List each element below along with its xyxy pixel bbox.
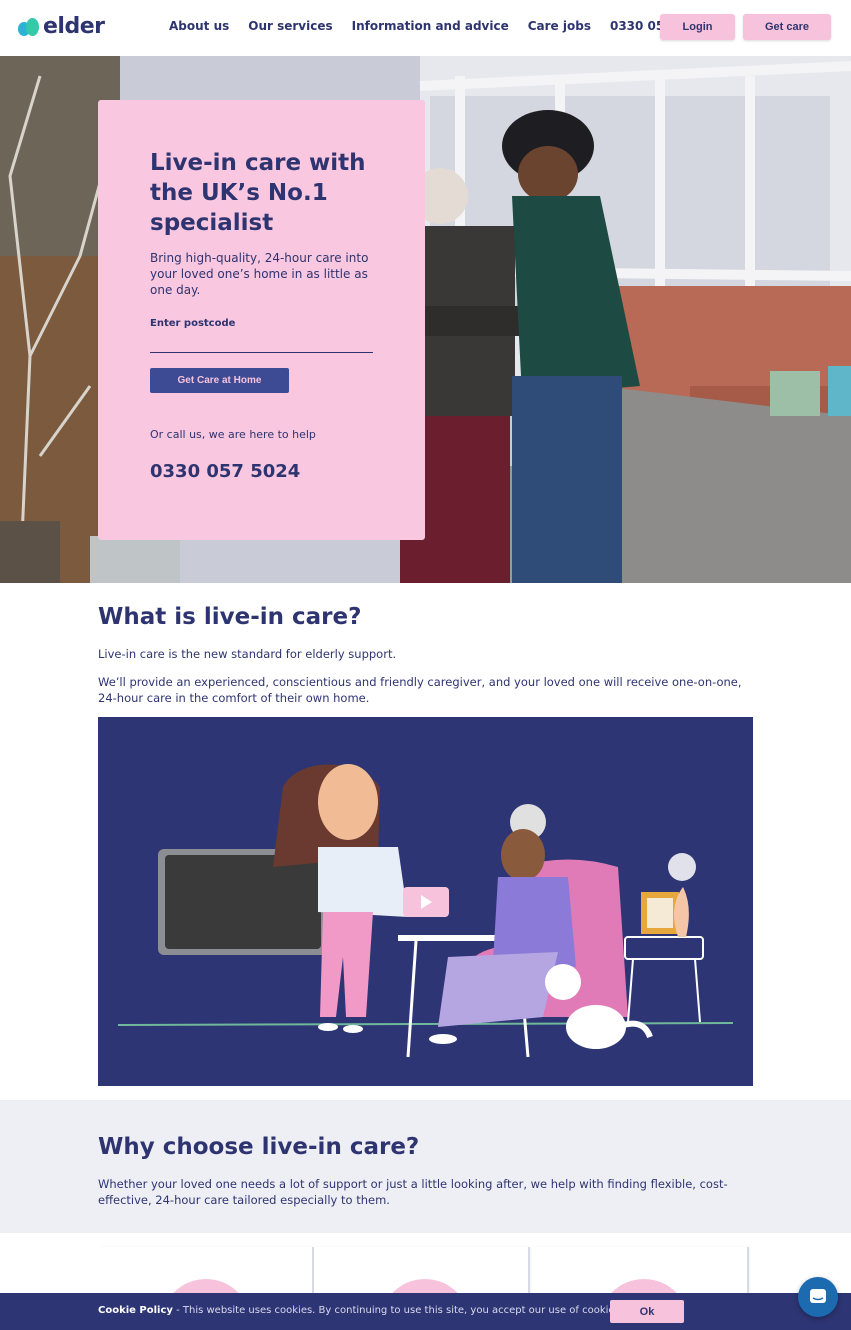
what-heading: What is live-in care? (98, 604, 362, 630)
nav-care-jobs[interactable]: Care jobs (528, 19, 591, 33)
get-care-at-home-button[interactable]: Get Care at Home (150, 368, 289, 393)
postcode-input[interactable] (150, 333, 373, 353)
what-para-2: We’ll provide an experienced, conscienti… (98, 675, 742, 705)
hero-subtitle: Bring high-quality, 24-hour care into yo… (150, 251, 369, 297)
cookie-bar: Cookie Policy - This website uses cookie… (0, 1293, 851, 1330)
hero-phone-number[interactable]: 0330 057 5024 (150, 461, 373, 482)
postcode-label: Enter postcode (150, 318, 236, 329)
what-is-live-in-care-section: What is live-in care? Live-in care is th… (98, 604, 758, 706)
nav-information-and-advice[interactable]: Information and advice (352, 19, 509, 33)
what-para-1: Live-in care is the new standard for eld… (98, 647, 397, 661)
chat-launcher-button[interactable] (798, 1277, 838, 1317)
explainer-video[interactable] (98, 717, 753, 1086)
cookie-policy-link[interactable]: Cookie Policy (98, 1305, 173, 1316)
nav-our-services[interactable]: Our services (248, 19, 332, 33)
hero-banner: Live-in care with the UK’s No.1 speciali… (0, 56, 851, 583)
call-us-text: Or call us, we are here to help (150, 428, 316, 441)
why-choose-section: Why choose live-in care? Whether your lo… (0, 1100, 851, 1233)
chat-icon (810, 1289, 826, 1303)
logo-mark-icon (18, 17, 40, 36)
login-button[interactable]: Login (660, 14, 735, 40)
site-header: elder About us Our services Information … (0, 0, 851, 56)
cookie-text: - This website uses cookies. By continui… (172, 1305, 623, 1316)
main-nav: About us Our services Information and ad… (169, 19, 729, 33)
nav-about-us[interactable]: About us (169, 19, 229, 33)
cookie-message: Cookie Policy - This website uses cookie… (98, 1305, 623, 1316)
elder-logo[interactable]: elder (18, 14, 105, 39)
care-illustration (98, 717, 753, 1086)
why-para: Whether your loved one needs a lot of su… (98, 1177, 728, 1207)
get-care-button[interactable]: Get care (743, 14, 831, 40)
hero-title: Live-in care with the UK’s No.1 speciali… (150, 150, 366, 236)
logo-text: elder (43, 14, 105, 39)
why-heading: Why choose live-in care? (98, 1134, 420, 1160)
hero-card: Live-in care with the UK’s No.1 speciali… (98, 100, 425, 540)
cookie-ok-button[interactable]: Ok (610, 1300, 684, 1323)
